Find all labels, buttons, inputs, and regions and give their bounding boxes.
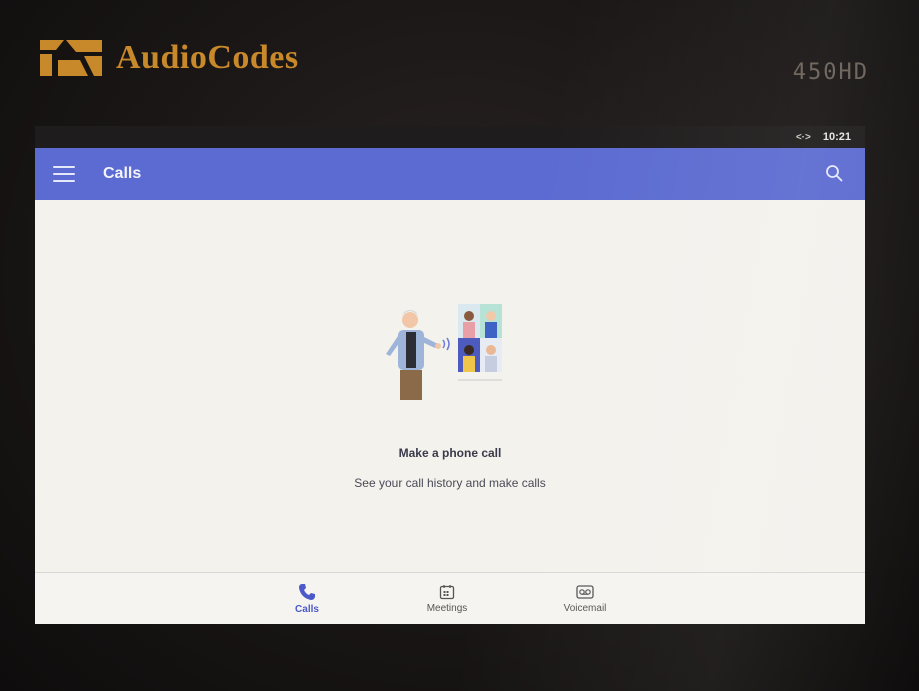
phone-screen: <·> 10:21 Calls Make a phone call See yo… — [35, 126, 865, 624]
status-bar: <·> 10:21 — [35, 126, 865, 148]
network-arrows-icon: <·> — [795, 131, 811, 143]
phone-icon — [299, 584, 315, 600]
clock: 10:21 — [822, 131, 851, 143]
nav-label-meetings: Meetings — [426, 603, 468, 614]
brand-name: AudioCodes — [116, 39, 299, 76]
empty-state-subline: See your call history and make calls — [354, 476, 546, 490]
voicemail-icon — [576, 585, 594, 599]
audiocodes-logo-icon — [40, 40, 102, 76]
nav-item-meetings[interactable]: Meetings — [397, 573, 497, 624]
calendar-icon — [439, 585, 455, 600]
page-title: Calls — [103, 165, 142, 182]
nav-item-voicemail[interactable]: Voicemail — [535, 573, 635, 624]
empty-state-headline: Make a phone call — [398, 446, 502, 460]
nav-label-calls: Calls — [295, 604, 319, 615]
nav-label-voicemail: Voicemail — [563, 603, 607, 614]
hamburger-menu-icon[interactable] — [53, 166, 75, 182]
search-icon[interactable] — [825, 164, 843, 182]
video-call-illustration — [386, 304, 502, 400]
bottom-navigation: Calls Meetings Voicemail — [35, 572, 865, 624]
calls-empty-state: Make a phone call See your call history … — [35, 200, 865, 624]
model-label: 450HD — [792, 60, 869, 85]
brand: AudioCodes — [36, 36, 299, 80]
nav-item-calls[interactable]: Calls — [257, 573, 357, 624]
phone-bezel: AudioCodes 450HD <·> 10:21 Calls Make a … — [0, 0, 919, 691]
app-bar: Calls — [35, 148, 865, 200]
